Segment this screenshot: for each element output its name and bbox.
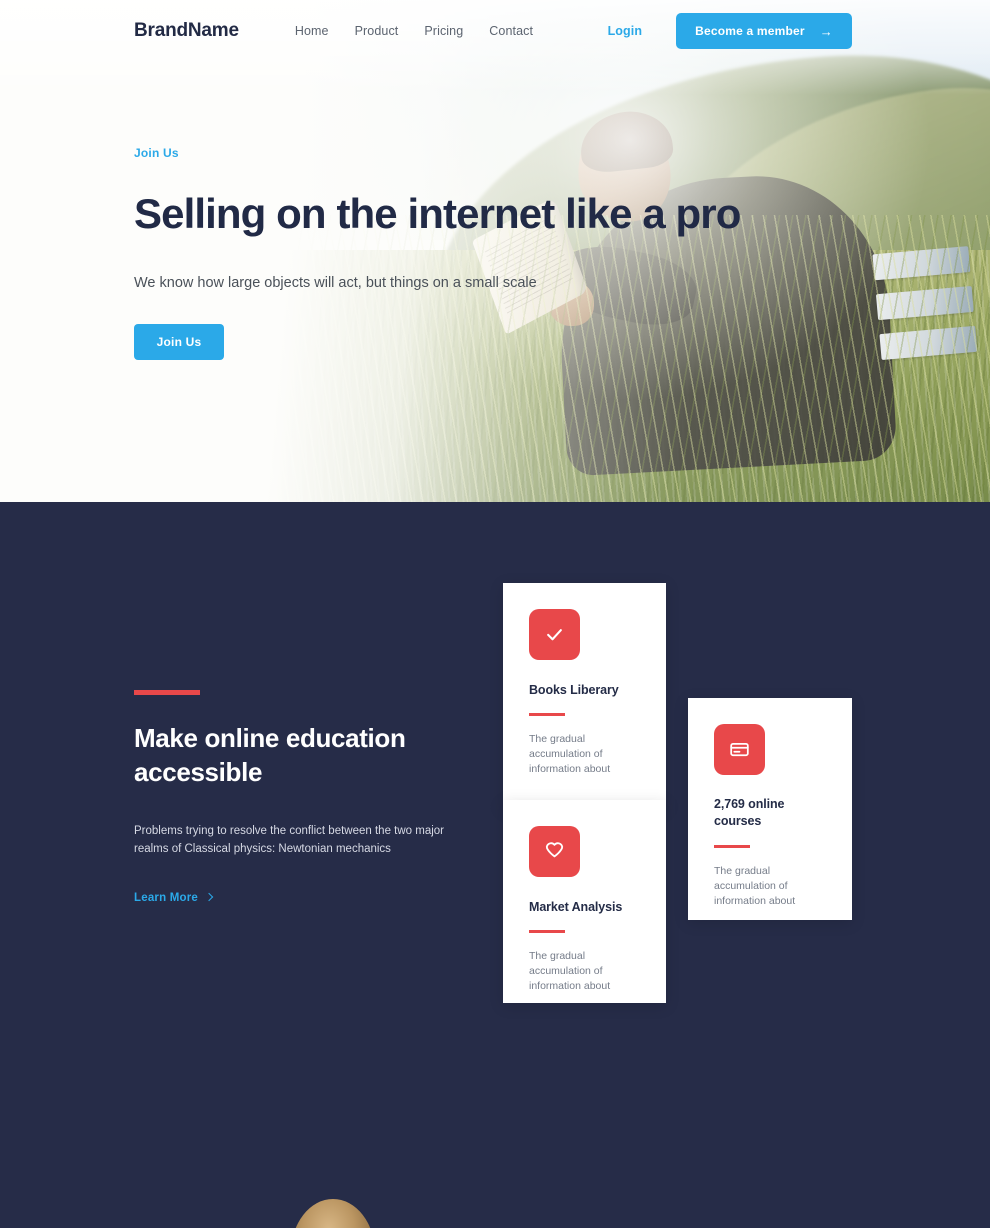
feature-card-text: The gradual accumulation of information … <box>714 864 796 907</box>
nav-link-home[interactable]: Home <box>295 24 329 38</box>
feature-card-text: The gradual accumulation of information … <box>529 732 611 775</box>
feature-card[interactable]: 2,769 online courses The gradual accumul… <box>688 698 852 920</box>
feature-section-text: Make online education accessible Problem… <box>134 690 474 906</box>
feature-card-title: 2,769 online courses <box>714 797 785 828</box>
learn-more-label: Learn More <box>134 892 198 904</box>
hero-content: Join Us Selling on the internet like a p… <box>134 146 741 360</box>
feature-card-inner: Books Liberary The gradual accumulation … <box>503 583 666 777</box>
landing-page: BrandName Home Product Pricing Contact L… <box>0 0 990 1228</box>
chevron-right-icon <box>204 892 214 902</box>
feature-card[interactable]: Market Analysis The gradual accumulation… <box>503 800 666 1003</box>
feature-card-text: The gradual accumulation of information … <box>529 949 611 992</box>
red-accent-bar <box>134 690 200 695</box>
brand-logo[interactable]: BrandName <box>134 20 239 42</box>
feature-card-title: Books Liberary <box>529 683 619 697</box>
arrow-right-icon: → <box>819 23 833 39</box>
site-header: BrandName Home Product Pricing Contact L… <box>0 0 990 62</box>
check-icon <box>529 609 580 660</box>
become-a-member-button[interactable]: Become a member → <box>676 13 852 49</box>
nav-link-product[interactable]: Product <box>355 24 399 38</box>
credit-card-icon <box>714 724 765 775</box>
learn-more-link[interactable]: Learn More <box>134 892 214 904</box>
hero-subtitle: We know how large objects will act, but … <box>134 275 537 291</box>
heart-icon <box>529 826 580 877</box>
become-a-member-label: Become a member <box>695 24 805 38</box>
nav-link-pricing[interactable]: Pricing <box>424 24 463 38</box>
hero-title: Selling on the internet like a pro <box>134 190 741 237</box>
feature-body-text: Problems trying to resolve the conflict … <box>134 825 445 855</box>
primary-navigation: Home Product Pricing Contact <box>295 24 533 38</box>
feature-card-title: Market Analysis <box>529 900 623 914</box>
feature-card[interactable]: Books Liberary The gradual accumulation … <box>503 583 666 808</box>
card-divider <box>529 713 565 716</box>
feature-heading: Make online education accessible <box>134 723 406 787</box>
feature-card-inner: 2,769 online courses The gradual accumul… <box>688 698 852 909</box>
hero-eyebrow: Join Us <box>134 146 179 160</box>
card-divider <box>714 845 750 848</box>
join-us-button[interactable]: Join Us <box>134 324 224 360</box>
login-link[interactable]: Login <box>608 24 643 38</box>
feature-section: Make online education accessible Problem… <box>0 502 990 1228</box>
nav-link-contact[interactable]: Contact <box>489 24 533 38</box>
header-actions: Login Become a member → <box>608 13 852 49</box>
feature-card-inner: Market Analysis The gradual accumulation… <box>503 800 666 994</box>
card-divider <box>529 930 565 933</box>
